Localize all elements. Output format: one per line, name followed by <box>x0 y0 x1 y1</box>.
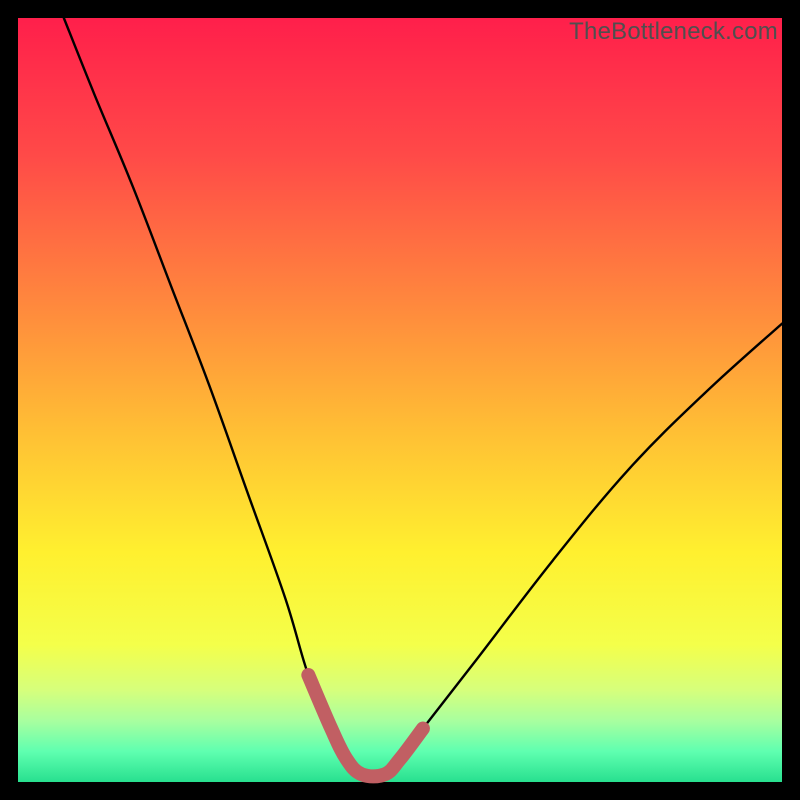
chart-frame: TheBottleneck.com <box>0 0 800 800</box>
bottleneck-curve <box>64 18 782 776</box>
watermark-text: TheBottleneck.com <box>569 18 778 46</box>
plot-area <box>18 18 782 782</box>
bottleneck-highlight <box>308 675 423 776</box>
curve-layer <box>18 18 782 782</box>
